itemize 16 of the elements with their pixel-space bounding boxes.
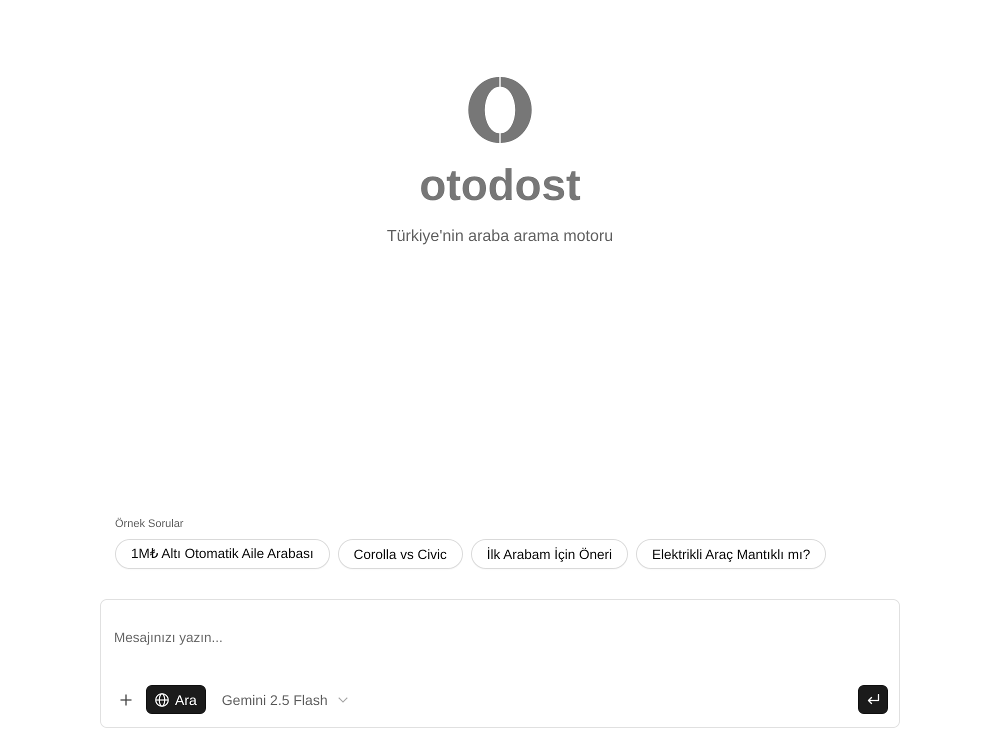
- web-search-toggle[interactable]: Ara: [146, 685, 206, 714]
- return-arrow-icon: [866, 694, 880, 705]
- example-question-chip[interactable]: 1M₺ Altı Otomatik Aile Arabası: [115, 539, 330, 569]
- message-composer[interactable]: Mesajınızı yazın... Ara Gemini 2.5 Flash: [100, 599, 900, 728]
- section-label: Örnek Sorular: [115, 517, 184, 531]
- brand-wordmark: otodost: [419, 162, 581, 210]
- example-question-chip[interactable]: İlk Arabam İçin Öneri: [470, 539, 628, 569]
- globe-icon: [155, 692, 169, 706]
- example-question-chip[interactable]: Elektrikli Araç Mantıklı mı?: [636, 539, 826, 569]
- send-button[interactable]: [858, 685, 888, 714]
- model-dropdown[interactable]: Gemini 2.5 Flash: [220, 688, 350, 712]
- plus-icon: [120, 694, 132, 706]
- example-question-chip[interactable]: Corolla vs Civic: [338, 539, 463, 569]
- chevron-down-icon: [338, 696, 348, 702]
- tagline-text: Türkiye'nin araba arama motoru: [386, 227, 614, 247]
- logo-icon: [468, 76, 532, 144]
